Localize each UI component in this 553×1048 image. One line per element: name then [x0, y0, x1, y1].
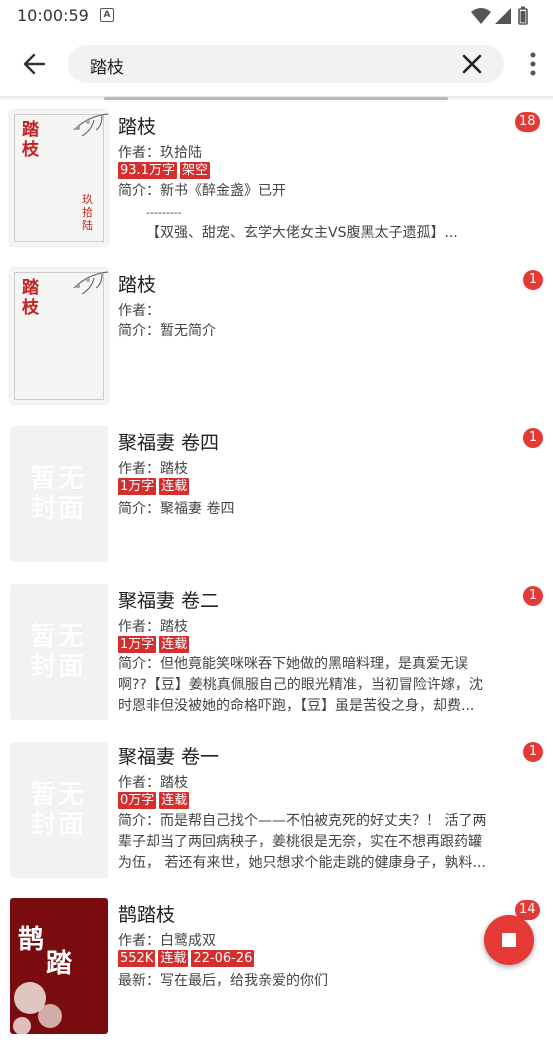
result-item[interactable]: 暂无封面 聚福妻 卷二 作者：踏枝 1万字 连载 简介：但他竟能笑咪咪吞下她做的… — [0, 574, 553, 732]
book-tags: 93.1万字 架空 — [118, 162, 210, 179]
book-cover: 踏枝 — [10, 268, 108, 404]
book-cover: 踏枝 玖拾陆 — [10, 110, 108, 246]
book-author: 作者：踏枝 — [118, 775, 188, 791]
system-icons — [471, 6, 528, 25]
result-item[interactable]: 暂无封面 聚福妻 卷四 作者：踏枝 1万字 连载 简介：聚福妻 卷四 1 — [0, 416, 553, 574]
book-tags: 1万字 连载 — [118, 478, 190, 495]
cover-title: 踏枝 — [22, 120, 39, 160]
book-title: 聚福妻 卷二 — [118, 590, 220, 612]
svg-text:踏: 踏 — [46, 949, 73, 979]
search-input[interactable] — [88, 45, 432, 85]
status-bar: 10:00:59 A — [0, 0, 553, 32]
back-arrow-icon[interactable] — [18, 48, 50, 80]
source-count-badge: 1 — [523, 586, 543, 606]
search-field — [68, 45, 504, 85]
update-date-tag: 22-06-26 — [191, 950, 255, 967]
cover-title: 踏枝 — [22, 278, 39, 318]
word-count-tag: 1万字 — [118, 636, 157, 653]
word-count-tag: 1万字 — [118, 478, 157, 495]
latest-chapter: 最新：写在最后，给我亲爱的你们 — [118, 973, 328, 989]
cover-placeholder-text: 暂无封面 — [30, 464, 87, 524]
book-cover-placeholder: 暂无封面 — [10, 584, 108, 720]
status-tag: 连载 — [159, 478, 190, 495]
book-intro: 简介：聚福妻 卷四 — [118, 501, 235, 517]
signal-icon — [495, 8, 511, 24]
book-intro: 简介：新书《醉金盏》已开 --------- 【双强、甜宠、玄学大佬女主VS腹黑… — [118, 181, 510, 244]
svg-text:鹊: 鹊 — [18, 924, 44, 955]
cover-placeholder-text: 暂无封面 — [30, 780, 87, 840]
intro-line: 简介：而是帮自己找个——不怕被克死的好丈夫？！ 活了两 — [118, 813, 487, 829]
status-time: 10:00:59 — [17, 6, 89, 25]
cover-placeholder-text: 暂无封面 — [30, 622, 87, 682]
stop-search-button[interactable] — [484, 915, 534, 965]
cover-branch-decoration — [73, 113, 108, 137]
book-title: 踏枝 — [118, 116, 157, 138]
cover-author: 玖拾陆 — [82, 193, 93, 232]
book-intro: 简介：暂无简介 — [118, 323, 216, 339]
result-item[interactable]: 踏枝 踏枝 作者： 简介：暂无简介 1 — [0, 258, 553, 416]
book-author: 作者：玖拾陆 — [118, 145, 202, 161]
intro-line: --------- — [146, 206, 182, 219]
source-count-badge: 1 — [523, 742, 543, 762]
search-toolbar — [0, 32, 553, 96]
result-item[interactable]: 暂无封面 聚福妻 卷一 作者：踏枝 0万字 连载 简介：而是帮自己找个——不怕被… — [0, 732, 553, 890]
source-count-badge: 18 — [515, 112, 540, 132]
book-intro: 简介：但他竟能笑咪咪吞下她做的黑暗料理，是真爱无误 啊??【豆】姜桃真佩服自己的… — [118, 654, 510, 717]
cover-art: 鹊 踏 — [13, 924, 73, 1034]
wifi-icon — [471, 8, 491, 24]
book-title: 聚福妻 卷四 — [118, 432, 220, 454]
intro-line: 时恩非但没被她的命格吓跑，【豆】虽是苦役之身，却费... — [118, 698, 475, 714]
intro-line: 简介：新书《醉金盏》已开 — [118, 183, 286, 199]
status-tag: 连载 — [159, 636, 190, 653]
word-count-tag: 0万字 — [118, 792, 157, 809]
book-author: 作者：踏枝 — [118, 461, 188, 477]
intro-line: 辈子却当了两回病秧子，姜桃很是无奈，实在不想再跟药罐 — [118, 834, 482, 850]
category-tag: 架空 — [179, 162, 210, 179]
clear-icon[interactable] — [460, 52, 484, 76]
book-cover: 鹊 踏 — [10, 898, 108, 1034]
book-title: 鹊踏枝 — [118, 904, 176, 926]
result-item[interactable]: 踏枝 玖拾陆 踏枝 作者：玖拾陆 93.1万字 架空 简介：新书《醉金盏》已开 … — [0, 100, 553, 258]
book-tags: 0万字 连载 — [118, 792, 190, 809]
book-tags: 1万字 连载 — [118, 636, 190, 653]
book-title: 踏枝 — [118, 274, 157, 296]
notification-icon: A — [100, 8, 114, 22]
book-author: 作者：白鹭成双 — [118, 933, 216, 949]
book-title: 聚福妻 卷一 — [118, 746, 220, 768]
source-count-badge: 1 — [523, 428, 543, 448]
intro-line: 为伍， 若还有来世，她只想求个能走跳的健康身子，孰料... — [118, 855, 486, 871]
status-tag: 连载 — [159, 792, 190, 809]
book-cover-placeholder: 暂无封面 — [10, 742, 108, 878]
cover-branch-decoration — [73, 271, 108, 295]
source-count-badge: 1 — [523, 270, 543, 290]
intro-line: 啊??【豆】姜桃真佩服自己的眼光精准，当初冒险许嫁，沈 — [118, 677, 483, 693]
book-author: 作者： — [118, 303, 160, 319]
word-count-tag: 552K — [118, 950, 156, 967]
stop-icon — [502, 933, 516, 947]
result-item[interactable]: 鹊 踏 鹊踏枝 作者：白鹭成双 552K 连载 22-06-26 最新：写在最后… — [0, 890, 553, 1048]
intro-line: 简介：但他竟能笑咪咪吞下她做的黑暗料理，是真爱无误 — [118, 656, 468, 672]
book-tags: 552K 连载 22-06-26 — [118, 950, 255, 967]
book-intro: 简介：而是帮自己找个——不怕被克死的好丈夫？！ 活了两 辈子却当了两回病秧子，姜… — [118, 811, 510, 874]
status-tag: 连载 — [158, 950, 189, 967]
intro-line: 【双强、甜宠、玄学大佬女主VS腹黑太子遗孤】... — [146, 225, 458, 241]
book-cover-placeholder: 暂无封面 — [10, 426, 108, 562]
book-author: 作者：踏枝 — [118, 619, 188, 635]
more-options-icon[interactable] — [529, 52, 537, 76]
word-count-tag: 93.1万字 — [118, 162, 177, 179]
